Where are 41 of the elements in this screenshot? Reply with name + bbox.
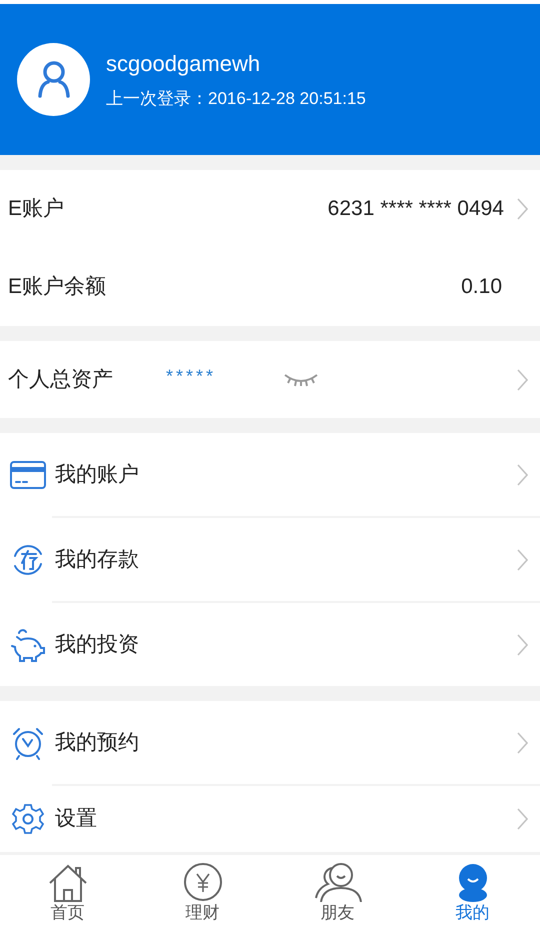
yen-coin-icon — [182, 862, 222, 902]
menu-label: 设置 — [55, 806, 97, 832]
menu-item[interactable]: 我的预约 — [0, 701, 540, 784]
menu-label: 我的账户 — [55, 462, 139, 488]
alarm-clock-icon — [11, 726, 45, 760]
card-icon — [10, 460, 46, 488]
tab[interactable]: 我的 — [405, 855, 540, 927]
tab[interactable]: 朋友 — [270, 855, 405, 927]
home-icon — [48, 864, 88, 902]
menu-item[interactable]: 我的账户 — [0, 433, 540, 516]
account-row[interactable]: E账户 6231 **** **** 0494 — [0, 170, 540, 248]
user-icon — [36, 60, 70, 98]
chevron-icon — [516, 548, 528, 570]
row-value: 6231 **** **** 0494 — [328, 196, 504, 222]
username: scgoodgamewh — [106, 50, 262, 78]
assets-value: ***** — [166, 365, 218, 388]
chevron-icon — [516, 732, 528, 754]
tab[interactable]: 理财 — [135, 855, 270, 927]
closed-eye-icon[interactable] — [284, 372, 318, 386]
menu-label: 我的预约 — [55, 730, 139, 756]
last-login: 上一次登录：2016-12-28 20:51:15 — [106, 88, 366, 110]
menu-item[interactable]: 设置 — [0, 786, 540, 852]
row-label: E账户余额 — [8, 274, 106, 300]
account-row[interactable]: E账户余额 0.10 — [0, 248, 540, 326]
tab[interactable]: 首页 — [0, 855, 135, 927]
row-label: E账户 — [8, 196, 64, 222]
menu-item[interactable]: 我的投资 — [0, 603, 540, 686]
chevron-icon — [516, 464, 528, 486]
menu-label: 我的存款 — [55, 546, 139, 573]
menu-item[interactable]: 我的存款 — [0, 518, 540, 601]
settings-icon — [11, 802, 45, 836]
chevron-icon — [516, 634, 528, 656]
row-label: 个人总资产 — [8, 366, 114, 393]
friends-icon — [312, 862, 362, 902]
chevron-icon — [516, 198, 528, 220]
row-value: 0.10 — [461, 274, 502, 300]
chevron-icon — [516, 808, 528, 830]
assets-row[interactable]: 个人总资产 ***** — [0, 341, 540, 418]
menu-label: 我的投资 — [55, 632, 139, 658]
piggy-bank-icon — [9, 628, 47, 662]
chevron-icon — [516, 368, 528, 390]
